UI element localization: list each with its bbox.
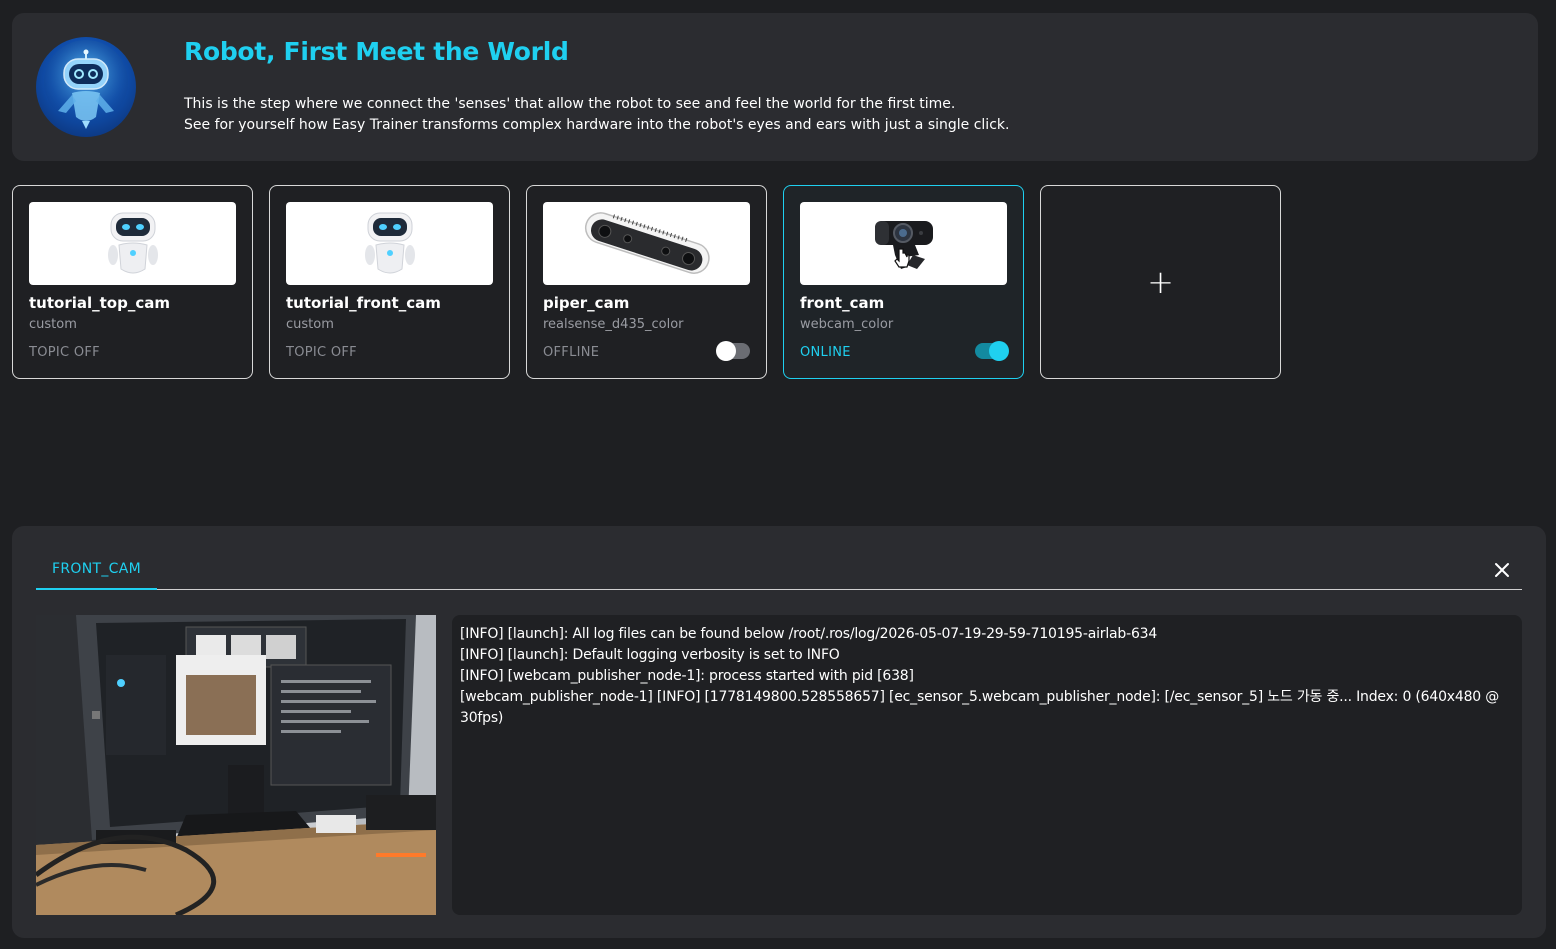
sensor-type: custom — [286, 317, 334, 332]
sensor-card-tutorial-top-cam[interactable]: tutorial_top_cam custom TOPIC OFF — [12, 185, 253, 379]
description-line: This is the step where we connect the 's… — [184, 96, 956, 112]
sensor-thumbnail — [286, 202, 493, 285]
sensor-status: TOPIC OFF — [286, 345, 357, 360]
close-icon — [1495, 563, 1509, 577]
sensor-type: custom — [29, 317, 77, 332]
page-description: This is the step where we connect the 's… — [184, 94, 1009, 136]
header-banner: Robot, First Meet the World This is the … — [12, 13, 1538, 161]
sensor-card-front-cam[interactable]: front_cam webcam_color ONLINE — [783, 185, 1024, 379]
robot-mascot-icon — [364, 212, 415, 273]
log-output: [INFO] [launch]: All log files can be fo… — [452, 615, 1522, 915]
sensor-name: piper_cam — [543, 294, 630, 312]
log-line: [INFO] [webcam_publisher_node-1]: proces… — [460, 668, 914, 684]
toggle-knob — [716, 341, 736, 361]
tab-front-cam[interactable]: FRONT_CAM — [36, 550, 157, 590]
robot-mascot-icon — [36, 37, 136, 137]
sensor-type: webcam_color — [800, 317, 894, 332]
description-line: See for yourself how Easy Trainer transf… — [184, 117, 1010, 133]
sensor-card-tutorial-front-cam[interactable]: tutorial_front_cam custom TOPIC OFF — [269, 185, 510, 379]
webcam-icon — [874, 220, 933, 269]
sensor-status: TOPIC OFF — [29, 345, 100, 360]
sensor-status: ONLINE — [800, 345, 851, 360]
log-line: [INFO] [launch]: All log files can be fo… — [460, 626, 1158, 642]
sensor-type: realsense_d435_color — [543, 317, 684, 332]
toggle-knob — [989, 341, 1009, 361]
sensor-status: OFFLINE — [543, 345, 600, 360]
plus-icon: + — [1147, 263, 1174, 301]
sensor-thumbnail — [800, 202, 1007, 285]
robot-mascot-icon — [107, 212, 158, 273]
log-line: [INFO] [launch]: Default logging verbosi… — [460, 647, 840, 663]
depth-camera-icon — [584, 211, 710, 274]
page-title: Robot, First Meet the World — [184, 37, 569, 66]
sensor-name: front_cam — [800, 294, 885, 312]
page: Robot, First Meet the World This is the … — [0, 0, 1556, 949]
sensor-thumbnail — [543, 202, 750, 285]
sensor-name: tutorial_front_cam — [286, 294, 441, 312]
sensor-thumbnail — [29, 202, 236, 285]
sensor-card-piper-cam[interactable]: piper_cam realsense_d435_color OFFLINE — [526, 185, 767, 379]
camera-feed-view — [36, 615, 436, 915]
sensor-toggle[interactable] — [975, 341, 1009, 361]
panel-tab-bar: FRONT_CAM — [36, 550, 1522, 590]
close-panel-button[interactable] — [1492, 560, 1512, 580]
log-line: [webcam_publisher_node-1] [INFO] [177814… — [460, 689, 1504, 726]
sensor-toggle[interactable] — [716, 341, 750, 361]
add-sensor-button[interactable]: + — [1040, 185, 1281, 379]
sensor-detail-panel: FRONT_CAM [INFO] [launch]: All log files… — [12, 526, 1546, 938]
sensor-name: tutorial_top_cam — [29, 294, 170, 312]
